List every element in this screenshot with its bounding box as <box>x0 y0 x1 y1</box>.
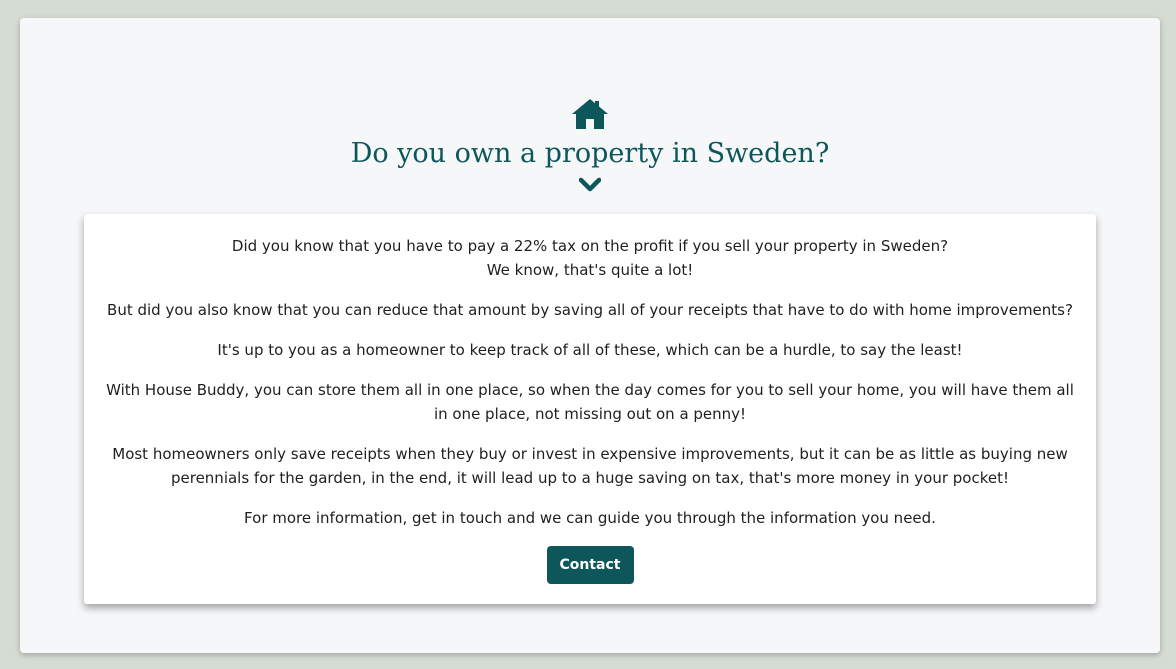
contact-button[interactable]: Contact <box>546 546 634 584</box>
info-paragraph-receipts: But did you also know that you can reduc… <box>107 301 1073 319</box>
info-panel: Did you know that you have to pay a 22% … <box>84 214 1096 604</box>
info-paragraph-savings: Most homeowners only save receipts when … <box>112 445 1068 487</box>
home-icon <box>572 99 608 129</box>
chevron-down-icon[interactable] <box>579 177 601 193</box>
page-title: Do you own a property in Sweden? <box>350 138 830 169</box>
info-paragraph-contact: For more information, get in touch and w… <box>244 509 936 527</box>
info-paragraph-homeowner: It's up to you as a homeowner to keep tr… <box>217 341 963 359</box>
info-paragraph-house-buddy: With House Buddy, you can store them all… <box>106 381 1074 423</box>
hero-section: Do you own a property in Sweden? <box>20 98 1160 193</box>
outer-card: Do you own a property in Sweden? Did you… <box>20 18 1160 653</box>
info-text: Did you know that you have to pay a 22% … <box>231 237 949 255</box>
info-paragraph-tax: Did you know that you have to pay a 22% … <box>104 234 1076 282</box>
info-text: We know, that's quite a lot! <box>486 261 694 279</box>
